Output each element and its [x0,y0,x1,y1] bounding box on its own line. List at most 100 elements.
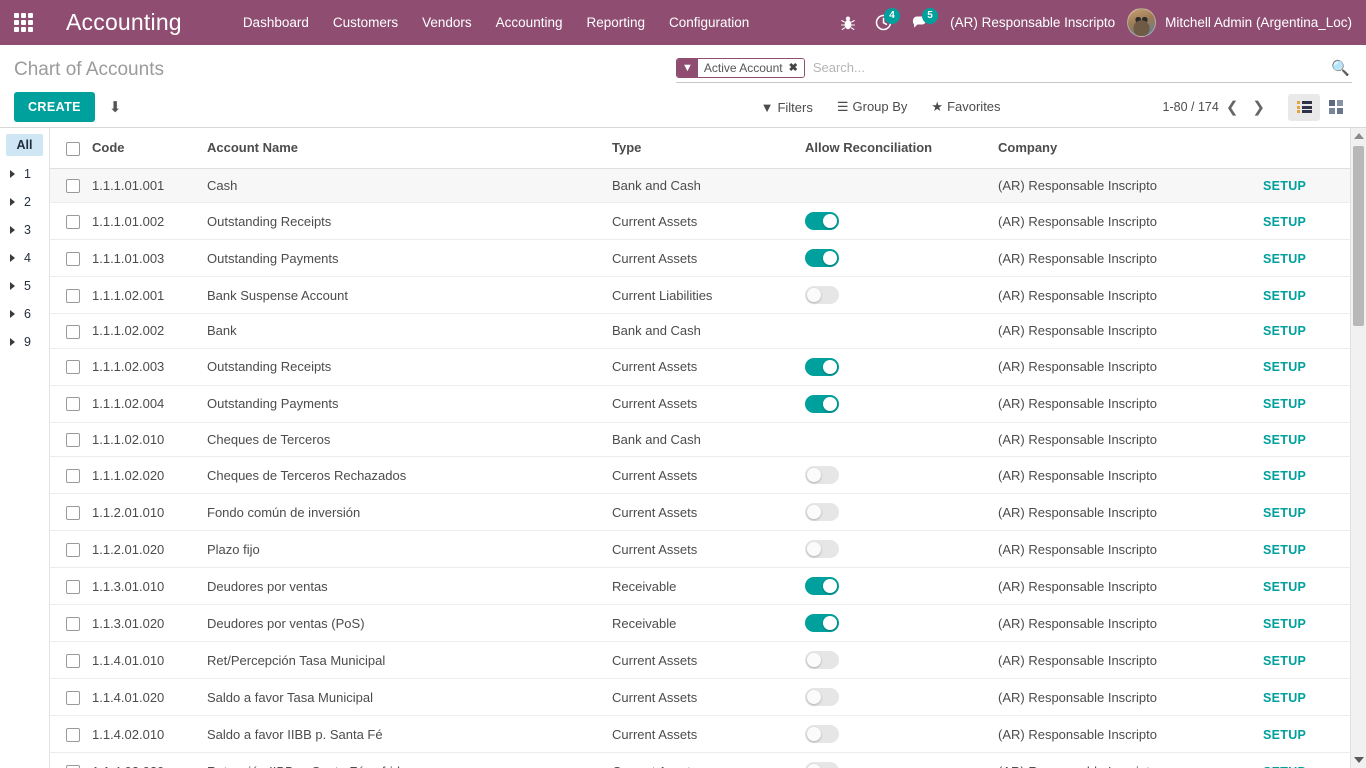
allow-reconciliation-toggle[interactable] [805,249,839,268]
menu-item-customers[interactable]: Customers [321,2,410,43]
table-row[interactable]: 1.1.1.02.010 Cheques de Terceros Bank and … [50,422,1350,458]
table-row[interactable]: 1.1.4.02.010 Saldo a favor IIBB p. Santa … [50,715,1350,754]
table-row[interactable]: 1.1.1.02.020 Cheques de Terceros Rechazad… [50,456,1350,495]
setup-link[interactable]: SETUP [1263,433,1306,447]
groupby-dropdown[interactable]: ☰ Group By [825,95,920,119]
allow-reconciliation-toggle[interactable] [805,212,839,231]
setup-link[interactable]: SETUP [1263,691,1306,705]
table-row[interactable]: 1.1.1.02.004 Outstanding Payments Current … [50,385,1350,423]
search-icon[interactable]: 🔍 [1331,59,1352,77]
search-input[interactable] [804,60,1332,75]
menu-item-vendors[interactable]: Vendors [410,2,484,43]
row-checkbox[interactable] [66,580,80,595]
pager-previous-button[interactable]: ❮ [1219,96,1246,118]
active-company-label[interactable]: (AR) Responsable Inscripto [940,15,1127,30]
table-row[interactable]: 1.1.1.01.002 Outstanding Receipts Current … [50,202,1350,241]
search-facet-remove-icon[interactable]: ✖ [786,58,804,77]
scroll-down-button[interactable] [1351,752,1366,768]
setup-link[interactable]: SETUP [1263,179,1306,193]
sidebar-item-9[interactable]: 9 [0,328,49,356]
setup-link[interactable]: SETUP [1263,324,1306,338]
import-download-icon[interactable]: ⬇ [109,100,122,115]
allow-reconciliation-toggle[interactable] [805,503,839,522]
row-checkbox[interactable] [66,397,80,412]
table-row[interactable]: 1.1.2.01.010 Fondo común de inversión Curr… [50,493,1350,532]
table-row[interactable]: 1.1.2.01.020 Plazo fijo Current Assets (AR)… [50,530,1350,569]
setup-link[interactable]: SETUP [1263,728,1306,742]
sidebar-item-3[interactable]: 3 [0,216,49,244]
allow-reconciliation-toggle[interactable] [805,651,839,670]
sidebar-item-1[interactable]: 1 [0,160,49,188]
setup-link[interactable]: SETUP [1263,469,1306,483]
table-row[interactable]: 1.1.3.01.010 Deudores por ventas Receivabl… [50,567,1350,606]
scrollbar-thumb[interactable] [1353,146,1364,326]
apps-menu-toggle[interactable] [0,0,46,45]
table-row[interactable]: 1.1.1.02.002 Bank Bank and Cash (AR) Respon… [50,313,1350,349]
row-checkbox[interactable] [66,288,80,303]
allow-reconciliation-toggle[interactable] [805,540,839,559]
row-checkbox[interactable] [66,543,80,558]
user-menu-button[interactable]: Mitchell Admin (Argentina_Loc) [1127,8,1352,37]
messaging-menu-button[interactable]: 5 [902,0,940,45]
activity-menu-button[interactable]: 4 [865,0,902,45]
row-checkbox[interactable] [66,654,80,669]
pager-next-button[interactable]: ❯ [1245,96,1272,118]
setup-link[interactable]: SETUP [1263,397,1306,411]
column-header-code[interactable]: Code [92,128,207,169]
table-row[interactable]: 1.1.4.02.020Retención IIBB p. Santa Fé s… [50,752,1350,768]
setup-link[interactable]: SETUP [1263,289,1306,303]
kanban-view-button[interactable] [1320,94,1352,121]
table-row[interactable]: 1.1.1.01.001 Cash Bank and Cash (AR) Respon… [50,168,1350,204]
allow-reconciliation-toggle[interactable] [805,614,839,633]
sidebar-item-2[interactable]: 2 [0,188,49,216]
favorites-dropdown[interactable]: ★ Favorites [919,95,1012,119]
sidebar-item-all[interactable]: All [6,134,43,156]
filters-dropdown[interactable]: ▼ Filters [749,96,825,119]
row-checkbox[interactable] [66,617,80,632]
row-checkbox[interactable] [66,691,80,706]
setup-link[interactable]: SETUP [1263,654,1306,668]
menu-item-reporting[interactable]: Reporting [574,2,657,43]
vertical-scrollbar[interactable] [1350,128,1366,768]
table-row[interactable]: 1.1.4.01.010 Ret/Percepción Tasa Municipa… [50,641,1350,680]
setup-link[interactable]: SETUP [1263,252,1306,266]
column-header-allow-reconciliation[interactable]: Allow Reconciliation [805,128,998,169]
create-button[interactable]: CREATE [14,92,95,122]
select-all-checkbox[interactable] [66,141,80,156]
table-row[interactable]: 1.1.3.01.020 Deudores por ventas (PoS) Rec… [50,604,1350,643]
table-row[interactable]: 1.1.4.01.020 Saldo a favor Tasa Municipal… [50,678,1350,717]
table-row[interactable]: 1.1.1.02.003 Outstanding Receipts Current … [50,348,1350,386]
setup-link[interactable]: SETUP [1263,543,1306,557]
allow-reconciliation-toggle[interactable] [805,466,839,485]
menu-item-dashboard[interactable]: Dashboard [231,2,321,43]
table-row[interactable]: 1.1.1.01.003 Outstanding Payments Current … [50,239,1350,278]
row-checkbox[interactable] [66,360,80,375]
sidebar-item-4[interactable]: 4 [0,244,49,272]
scroll-up-button[interactable] [1351,128,1366,144]
search-facet-active-account[interactable]: ▼ Active Account ✖ [676,57,805,78]
allow-reconciliation-toggle[interactable] [805,286,839,305]
debug-menu-button[interactable] [831,0,865,45]
setup-link[interactable]: SETUP [1263,617,1306,631]
row-checkbox[interactable] [66,506,80,521]
row-checkbox[interactable] [66,324,80,339]
setup-link[interactable]: SETUP [1263,360,1306,374]
allow-reconciliation-toggle[interactable] [805,688,839,707]
table-row[interactable]: 1.1.1.02.001 Bank Suspense Account Current… [50,276,1350,315]
row-checkbox[interactable] [66,433,80,448]
setup-link[interactable]: SETUP [1263,215,1306,229]
list-view-button[interactable] [1288,93,1320,121]
sidebar-item-5[interactable]: 5 [0,272,49,300]
column-header-account-name[interactable]: Account Name [207,128,612,169]
row-checkbox[interactable] [66,214,80,229]
column-header-company[interactable]: Company [998,128,1263,169]
allow-reconciliation-toggle[interactable] [805,762,839,768]
allow-reconciliation-toggle[interactable] [805,394,839,413]
sidebar-item-6[interactable]: 6 [0,300,49,328]
setup-link[interactable]: SETUP [1263,506,1306,520]
menu-item-configuration[interactable]: Configuration [657,2,761,43]
row-checkbox[interactable] [66,728,80,743]
allow-reconciliation-toggle[interactable] [805,577,839,596]
setup-link[interactable]: SETUP [1263,580,1306,594]
row-checkbox[interactable] [66,469,80,484]
